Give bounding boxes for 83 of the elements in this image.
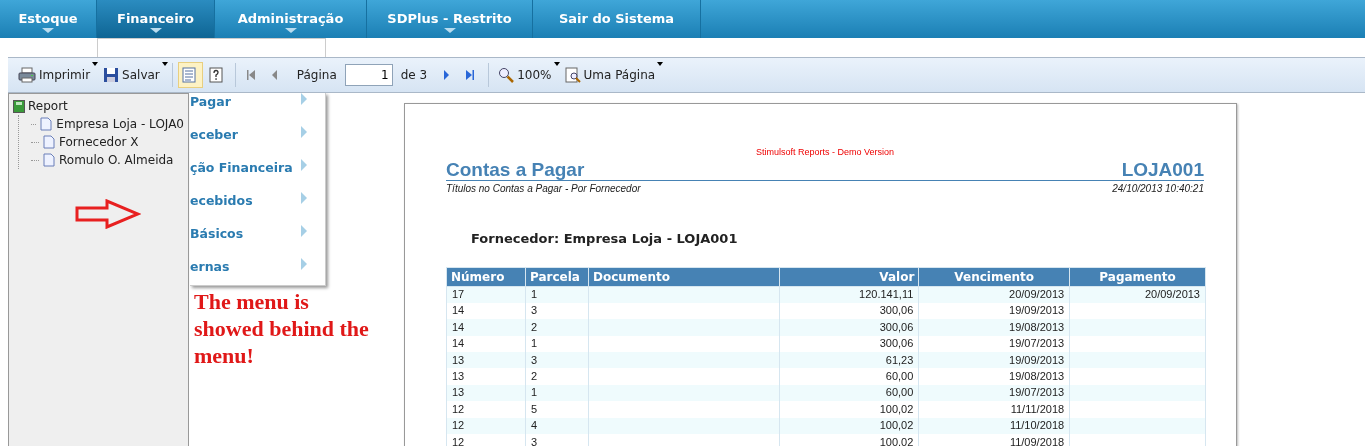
table-cell: 12 xyxy=(446,433,526,446)
menu-item[interactable]: Básicos xyxy=(190,225,325,258)
table-cell: 3 xyxy=(525,351,589,369)
column-header: Documento xyxy=(588,267,780,287)
column-header: Valor xyxy=(779,267,919,287)
table-cell: 60,00 xyxy=(779,368,919,385)
chevron-icon xyxy=(301,126,307,138)
first-page-icon xyxy=(244,68,257,82)
page-label: Página xyxy=(296,67,337,84)
table-cell: 19/08/2013 xyxy=(918,368,1070,385)
next-icon xyxy=(441,68,452,82)
document-icon xyxy=(40,117,53,131)
table-cell: 2 xyxy=(525,319,589,336)
table-cell: 13 xyxy=(446,384,526,402)
print-button[interactable]: Imprimir xyxy=(14,62,98,88)
table-cell: 100,02 xyxy=(779,433,919,446)
table-cell: 100,02 xyxy=(779,417,919,434)
report-subtitle: Títulos no Contas a Pagar - Por Fornecedor xyxy=(446,182,641,197)
table-cell: 300,06 xyxy=(779,335,919,352)
last-page-icon xyxy=(464,68,477,82)
table-cell: 11/11/2018 xyxy=(918,401,1070,418)
table-cell: 13 xyxy=(446,368,526,385)
column-header: Número xyxy=(446,267,526,287)
nav-tab[interactable]: Financeiro xyxy=(97,0,215,38)
annotation-text: The menu is showed behind the menu! xyxy=(194,289,370,370)
nav-tab[interactable]: Sair do Sistema xyxy=(533,0,701,38)
menu-item[interactable]: ecebidos xyxy=(190,192,325,225)
book-icon xyxy=(13,99,25,113)
document-icon xyxy=(43,153,55,167)
chevron-icon xyxy=(301,159,307,171)
table-cell: 100,02 xyxy=(779,401,919,418)
tree-item[interactable]: Report xyxy=(28,97,68,115)
table-cell: 2 xyxy=(525,368,589,385)
tree-item[interactable]: Fornecedor X xyxy=(59,133,139,151)
table-cell: 11/10/2018 xyxy=(918,417,1070,434)
document-list-icon xyxy=(181,67,196,83)
table-cell: 13 xyxy=(446,351,526,369)
table-cell: 19/08/2013 xyxy=(918,319,1070,336)
tree-item[interactable]: Romulo O. Almeida xyxy=(59,151,174,169)
page-count-label: de 3 xyxy=(400,67,428,84)
document-icon xyxy=(43,135,55,149)
group-heading: Fornecedor: Empresa Loja - LOJA001 xyxy=(471,230,739,249)
table-cell: 300,06 xyxy=(779,319,919,336)
save-button[interactable]: Salvar xyxy=(99,62,167,88)
table-cell: 5 xyxy=(525,401,589,418)
demo-notice: Stimulsoft Reports - Demo Version xyxy=(754,146,896,159)
table-cell: 1 xyxy=(525,335,589,352)
chevron-icon xyxy=(301,258,307,270)
question-mark-icon xyxy=(208,67,223,83)
table-cell: 14 xyxy=(446,319,526,336)
table-cell: 19/07/2013 xyxy=(918,335,1070,352)
column-header: Pagamento xyxy=(1069,267,1206,287)
table-cell: 60,00 xyxy=(779,384,919,402)
printer-icon xyxy=(18,67,36,83)
tree-toggle-button[interactable] xyxy=(177,62,203,88)
table-cell: 12 xyxy=(446,417,526,434)
store-code: LOJA001 xyxy=(1121,159,1204,181)
column-header: Vencimento xyxy=(918,267,1070,287)
table-cell: 19/09/2013 xyxy=(918,351,1070,369)
arrow-icon xyxy=(75,199,141,229)
table-cell: 3 xyxy=(525,433,589,446)
chevron-icon xyxy=(301,192,307,204)
table-cell: 12 xyxy=(446,401,526,418)
menu-item[interactable]: eceber xyxy=(190,126,325,159)
table-cell: 14 xyxy=(446,335,526,352)
magnifier-page-icon xyxy=(564,67,581,83)
table-cell: 11/09/2018 xyxy=(918,433,1070,446)
magnifier-icon xyxy=(498,67,515,83)
zoom-button[interactable]: 100% xyxy=(494,62,559,88)
table-cell: 4 xyxy=(525,417,589,434)
menu-item[interactable]: ção Financeira xyxy=(190,159,325,192)
table-cell: 19/07/2013 xyxy=(918,384,1070,402)
table-cell: 61,23 xyxy=(779,351,919,369)
column-header: Parcela xyxy=(525,267,589,287)
page-number-field[interactable]: 1 xyxy=(344,64,393,86)
table-cell: 1 xyxy=(525,384,589,402)
menu-item[interactable]: ernas xyxy=(190,258,325,291)
view-mode-button[interactable]: Uma Página xyxy=(560,62,663,88)
report-timestamp: 24/10/2013 10:40:21 xyxy=(1112,182,1204,197)
nav-tab[interactable]: SDPlus - Restrito xyxy=(367,0,533,38)
tree-item[interactable]: Empresa Loja - LOJA0 xyxy=(56,115,184,133)
report-title: Contas a Pagar xyxy=(446,159,585,181)
chevron-icon xyxy=(301,225,307,237)
